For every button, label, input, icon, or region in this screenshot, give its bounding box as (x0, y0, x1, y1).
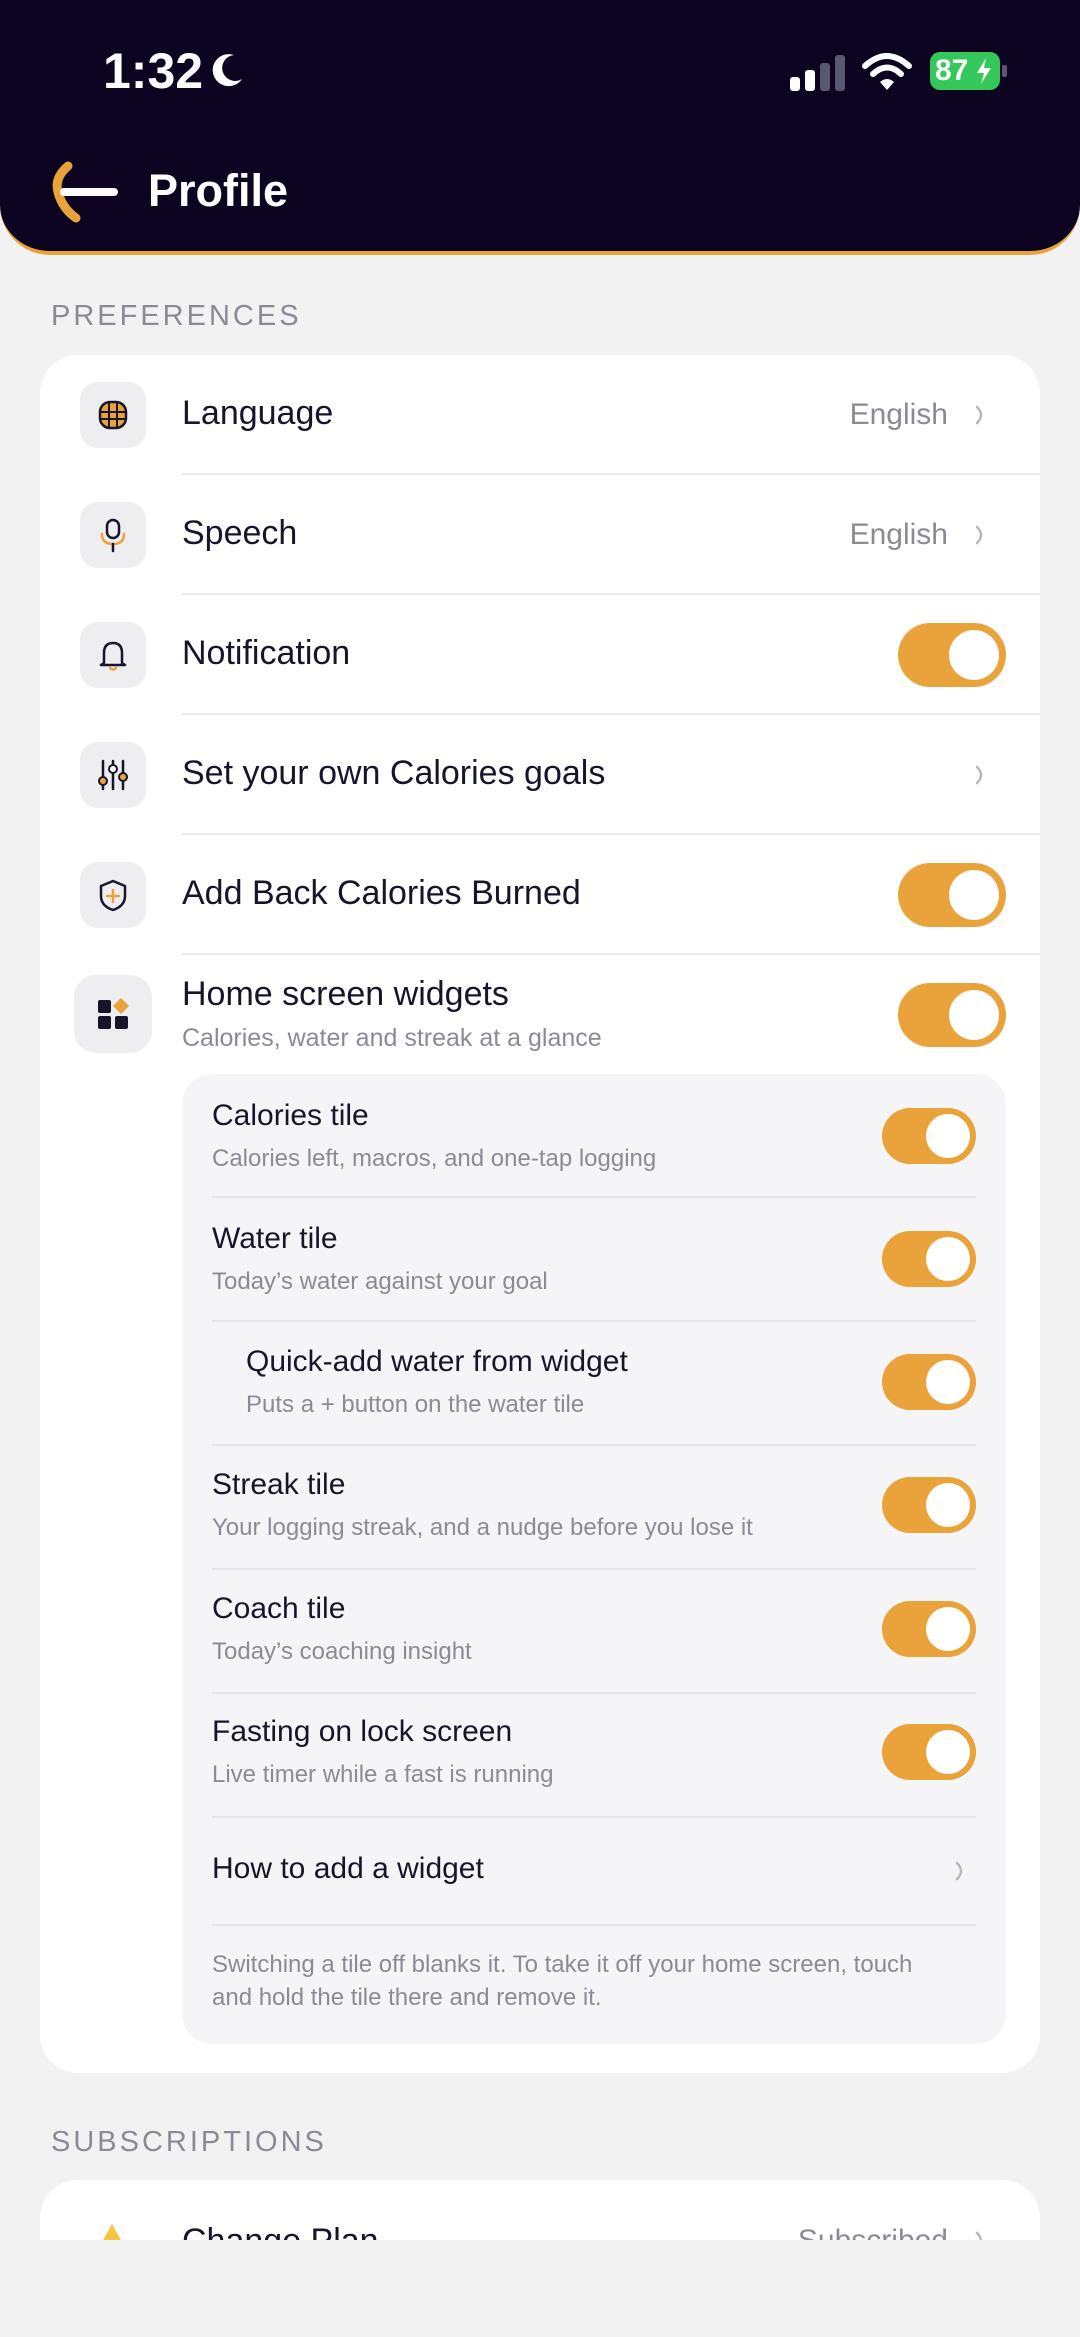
sliders-icon (98, 759, 128, 791)
home-widgets-label: Home screen widgets (182, 975, 509, 1013)
calories-tile-row: Calories tile Calories left, macros, and… (182, 1074, 1006, 1197)
speech-row[interactable]: Speech English (40, 475, 1040, 595)
language-icon-tile (80, 382, 146, 448)
streak-tile-title: Streak tile (212, 1468, 346, 1501)
back-arrow-icon[interactable] (50, 160, 122, 224)
quick-add-water-desc: Puts a + button on the water tile (246, 1391, 585, 1418)
streak-tile-toggle[interactable] (882, 1477, 976, 1533)
toggle-knob (949, 870, 999, 920)
app-header: 1:32 87 Profile (0, 0, 1080, 255)
preferences-card: Language English Speech English Notifica… (40, 355, 1040, 2073)
toggle-knob (926, 1730, 970, 1774)
toggle-knob (949, 630, 999, 680)
how-to-add-widget-title: How to add a widget (212, 1852, 484, 1885)
chevron-right-icon (975, 525, 983, 545)
notification-label: Notification (182, 634, 351, 672)
notification-row: Notification (40, 595, 1040, 715)
toggle-knob (949, 990, 999, 1040)
calorie-goals-row[interactable]: Set your own Calories goals (40, 715, 1040, 835)
water-tile-row: Water tile Today’s water against your go… (182, 1198, 1006, 1321)
screen-content: 1:32 87 Profile PREFERENCES Language Eng… (0, 0, 1080, 2240)
speech-value: English (849, 518, 948, 551)
calorie-goals-label: Set your own Calories goals (182, 754, 606, 792)
change-plan-value: Subscribed (798, 2224, 948, 2240)
widgets-icon (98, 998, 129, 1029)
speech-icon-tile (80, 502, 146, 568)
section-subscriptions: SUBSCRIPTIONS (51, 2126, 327, 2158)
chevron-right-icon (975, 765, 983, 785)
toggle-knob (926, 1237, 970, 1281)
add-back-calories-row: Add Back Calories Burned (40, 835, 1040, 955)
home-widgets-subtitle: Calories, water and streak at a glance (182, 1024, 602, 1052)
page-title: Profile (148, 165, 289, 216)
fasting-lock-row: Fasting on lock screen Live timer while … (182, 1694, 1006, 1817)
status-time: 1:32 (103, 43, 204, 99)
streak-tile-desc: Your logging streak, and a nudge before … (212, 1514, 753, 1541)
chevron-right-icon (975, 2231, 983, 2240)
water-tile-title: Water tile (212, 1222, 338, 1255)
widgets-footnote: Switching a tile off blanks it. To take … (212, 1951, 913, 2011)
language-row[interactable]: Language English (40, 355, 1040, 475)
coach-tile-title: Coach tile (212, 1592, 346, 1625)
globe-icon (98, 400, 128, 430)
wifi-icon (862, 53, 912, 90)
fasting-lock-title: Fasting on lock screen (212, 1715, 513, 1748)
quick-add-water-row: Quick-add water from widget Puts a + but… (182, 1322, 1006, 1445)
calories-tile-toggle[interactable] (882, 1108, 976, 1164)
calories-tile-title: Calories tile (212, 1099, 369, 1132)
section-preferences: PREFERENCES (51, 300, 302, 332)
home-widgets-row: Home screen widgets Calories, water and … (40, 955, 1040, 1075)
change-plan-label: Change Plan (182, 2222, 379, 2240)
subscriptions-card: Change Plan Subscribed (40, 2180, 1040, 2240)
streak-tile-row: Streak tile Your logging streak, and a n… (182, 1446, 1006, 1569)
shield-plus-icon (99, 879, 127, 912)
toggle-knob (926, 1483, 970, 1527)
coach-tile-toggle[interactable] (882, 1601, 976, 1657)
water-tile-toggle[interactable] (882, 1231, 976, 1287)
moon-icon (212, 54, 242, 87)
fasting-lock-desc: Live timer while a fast is running (212, 1761, 554, 1788)
how-to-add-widget-row[interactable]: How to add a widget (182, 1818, 1006, 1924)
crown-icon (103, 2224, 121, 2240)
change-plan-row[interactable]: Change Plan Subscribed (40, 2180, 1040, 2240)
quick-add-water-title: Quick-add water from widget (246, 1345, 628, 1378)
divider (212, 1924, 976, 1926)
signal-icon (790, 55, 845, 91)
toggle-knob (926, 1360, 970, 1404)
quick-add-water-toggle[interactable] (882, 1354, 976, 1410)
add-back-icon-tile (80, 862, 146, 928)
coach-tile-row: Coach tile Today’s coaching insight (182, 1570, 1006, 1693)
add-back-calories-toggle[interactable] (898, 863, 1006, 927)
home-widgets-toggle[interactable] (898, 983, 1006, 1047)
language-label: Language (182, 394, 334, 432)
water-tile-desc: Today’s water against your goal (212, 1268, 548, 1295)
battery-level: 87 (935, 54, 969, 87)
coach-tile-desc: Today’s coaching insight (212, 1638, 472, 1665)
toggle-knob (926, 1114, 970, 1158)
language-value: English (849, 398, 948, 431)
bell-icon (99, 641, 127, 671)
notification-icon-tile (80, 622, 146, 688)
microphone-icon (100, 518, 126, 553)
notification-toggle[interactable] (898, 623, 1006, 687)
widgets-icon-tile (74, 975, 152, 1053)
chevron-right-icon (955, 1861, 963, 1881)
fasting-lock-toggle[interactable] (882, 1724, 976, 1780)
speech-label: Speech (182, 514, 298, 552)
calories-tile-desc: Calories left, macros, and one-tap loggi… (212, 1145, 657, 1172)
chevron-right-icon (975, 405, 983, 425)
add-back-calories-label: Add Back Calories Burned (182, 874, 581, 912)
battery-indicator: 87 (930, 52, 1008, 90)
widget-tiles-card: Calories tile Calories left, macros, and… (182, 1074, 1006, 2044)
toggle-knob (926, 1607, 970, 1651)
calorie-goals-icon-tile (80, 742, 146, 808)
